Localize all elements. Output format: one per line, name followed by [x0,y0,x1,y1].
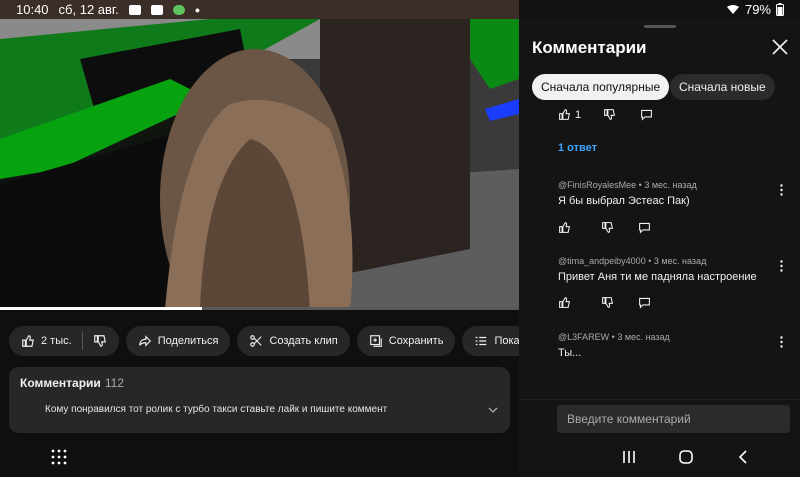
comment-actions [558,221,651,234]
like-icon[interactable] [21,334,35,348]
comments-card-header: Комментарии 112 [20,376,499,390]
sort-popular-chip[interactable]: Сначала популярные [532,74,670,100]
like-dislike-group: 2 тыс. [9,326,119,356]
dot-icon: ● [194,4,201,15]
transcript-label: Показать текст видео [494,335,519,347]
recent-apps-icon[interactable] [620,448,638,466]
reply-icon[interactable] [638,296,651,309]
status-bar-right: 79% [519,0,800,19]
battery-percent: 79% [744,2,771,17]
video-actions-row: 2 тыс. Поделиться Создать клип Сохранить… [0,322,519,360]
sort-newest-chip[interactable]: Сначала новые [670,74,775,100]
more-options-icon[interactable] [780,184,783,196]
comment-meta: @FinisRoyalesMee • 3 мес. назад [558,180,697,190]
close-icon[interactable] [772,39,788,55]
clip-label: Создать клип [269,335,338,347]
back-icon[interactable] [734,448,752,466]
like-icon[interactable] [558,296,571,309]
scissors-icon [250,335,263,347]
share-button[interactable]: Поделиться [125,326,231,356]
dislike-icon[interactable] [601,221,614,234]
comment-actions [558,296,651,309]
battery-icon [776,3,784,16]
comment-meta: @tima_andpeiby4000 • 3 мес. назад [558,256,707,266]
comments-card-title: Комментарии [20,376,101,390]
like-icon[interactable] [558,108,571,121]
show-transcript-button[interactable]: Показать текст видео [462,326,519,356]
replies-link[interactable]: 1 ответ [558,142,597,154]
comment-text: Ты... [558,347,582,359]
dislike-icon[interactable] [93,334,107,348]
like-count[interactable]: 2 тыс. [41,335,72,347]
comment-time: 3 мес. назад [617,332,670,342]
comment-text: Привет Аня ти ме падняла настроение [558,271,757,283]
comment-time: 3 мес. назад [644,180,697,190]
video-frame [0,19,519,310]
video-progress-bar[interactable] [0,307,519,310]
status-date: сб, 12 авг. [58,2,119,17]
panel-title: Комментарии [532,38,647,57]
youtube-icon [128,4,141,15]
android-icon [172,4,185,15]
dislike-icon[interactable] [601,296,614,309]
transcript-icon [476,336,487,346]
like-icon[interactable] [558,221,571,234]
share-label: Поделиться [157,335,219,347]
wifi-icon [726,5,739,14]
check-icon [150,4,163,15]
save-playlist-icon [369,335,382,347]
system-nav-bar-right [519,437,800,477]
share-icon [138,335,151,347]
home-icon[interactable] [677,448,695,466]
comment-input-area [519,399,800,437]
divider [81,332,83,350]
comments-panel: Комментарии Сначала популярные Сначала н… [519,19,800,437]
drag-handle[interactable] [644,25,676,28]
comment-author[interactable]: @L3FAREW [558,332,609,342]
comments-preview-card[interactable]: Комментарии 112 Кому понравился тот ролик… [9,367,510,433]
more-options-icon[interactable] [780,260,783,272]
comment-item: @FinisRoyalesMee • 3 мес. назад Я бы выб… [558,180,783,207]
reply-icon[interactable] [640,108,653,121]
status-time: 10:40 [16,2,49,17]
save-label: Сохранить [388,335,444,347]
save-button[interactable]: Сохранить [356,326,456,356]
app-drawer-icon[interactable] [50,448,68,466]
comment-item: @L3FAREW • 3 мес. назад Ты... [558,332,783,359]
top-comment-text: Кому понравился тот ролик с турбо такси … [45,404,388,415]
reply-icon[interactable] [638,221,651,234]
create-clip-button[interactable]: Создать клип [237,326,350,356]
comments-count: 112 [104,376,124,390]
comment-item: @tima_andpeiby4000 • 3 мес. назад Привет… [558,256,783,283]
comment-meta: @L3FAREW • 3 мес. назад [558,332,670,342]
comment-input[interactable] [557,405,790,433]
video-player[interactable] [0,19,519,310]
comment-actions: 1 [558,108,653,121]
comment-author[interactable]: @FinisRoyalesMee [558,180,636,190]
chevron-down-icon[interactable] [488,405,498,415]
more-options-icon[interactable] [780,336,783,348]
comment-author[interactable]: @tima_andpeiby4000 [558,256,646,266]
comment-like-count: 1 [575,108,582,121]
dislike-icon[interactable] [603,108,616,121]
comment-text: Я бы выбрал Эстеас Пак) [558,195,690,207]
status-bar: 10:40 сб, 12 авг. ● [0,0,519,19]
video-progress-fill [0,307,203,310]
comment-time: 3 мес. назад [653,256,707,266]
